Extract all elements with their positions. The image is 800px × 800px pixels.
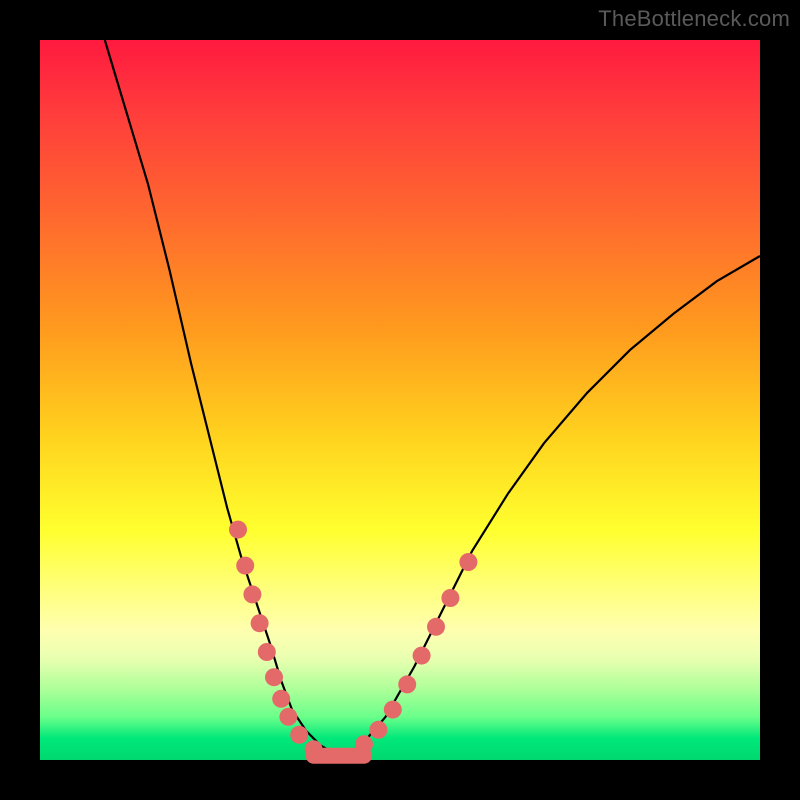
curve-marker <box>441 589 459 607</box>
curve-marker <box>290 726 308 744</box>
curve-marker <box>243 585 261 603</box>
curve-path <box>105 40 760 754</box>
curve-marker <box>272 690 290 708</box>
watermark-text: TheBottleneck.com <box>598 6 790 32</box>
curve-marker <box>384 701 402 719</box>
curve-marker <box>236 557 254 575</box>
curve-marker <box>251 614 269 632</box>
chart-frame: TheBottleneck.com <box>0 0 800 800</box>
curve-marker <box>398 675 416 693</box>
curve-marker <box>265 668 283 686</box>
curve-marker <box>279 708 297 726</box>
curve-marker <box>258 643 276 661</box>
curve-marker <box>459 553 477 571</box>
curve-marker <box>369 721 387 739</box>
plot-area <box>40 40 760 760</box>
curve-marker <box>229 521 247 539</box>
chart-svg <box>40 40 760 760</box>
curve-marker <box>427 618 445 636</box>
marker-group <box>229 521 477 759</box>
curve-marker <box>413 647 431 665</box>
